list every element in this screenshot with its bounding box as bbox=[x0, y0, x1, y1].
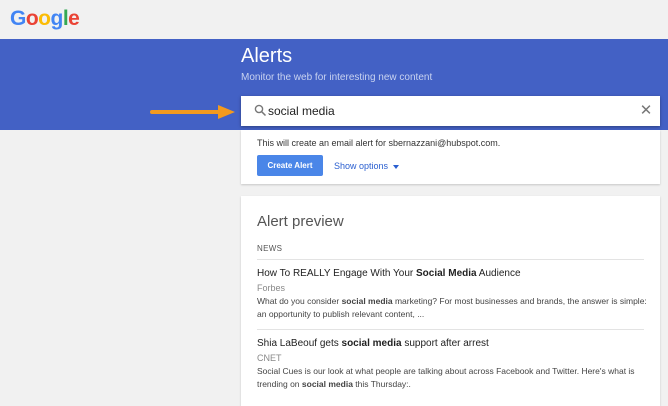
news-item-title[interactable]: How To REALLY Engage With Your Social Me… bbox=[257, 267, 647, 280]
logo-letter: e bbox=[68, 7, 80, 30]
title-text: support after arrest bbox=[401, 338, 489, 349]
snippet-highlight: social media bbox=[341, 296, 393, 306]
news-item: Shia LaBeouf gets social media support a… bbox=[257, 337, 647, 391]
news-item-source: CNET bbox=[257, 353, 282, 363]
search-input[interactable] bbox=[268, 102, 628, 120]
title-text: Audience bbox=[476, 268, 521, 279]
news-item-snippet: What do you consider social media market… bbox=[257, 295, 647, 321]
show-options-label: Show options bbox=[334, 161, 389, 171]
create-alert-card: This will create an email alert for sber… bbox=[241, 130, 660, 184]
title-highlight: Social Media bbox=[416, 268, 477, 279]
top-bar: Google bbox=[0, 0, 668, 40]
logo-letter: g bbox=[50, 7, 64, 30]
alert-preview-card: Alert preview NEWS How To REALLY Engage … bbox=[241, 196, 660, 406]
logo-letter: o bbox=[38, 7, 51, 30]
news-item-source: Forbes bbox=[257, 283, 286, 293]
search-icon bbox=[254, 104, 267, 117]
show-options-link[interactable]: Show options bbox=[334, 161, 400, 171]
clear-search-icon[interactable]: ✕ bbox=[638, 101, 654, 119]
news-item: How To REALLY Engage With Your Social Me… bbox=[257, 267, 647, 321]
create-alert-button[interactable]: Create Alert bbox=[257, 155, 323, 176]
divider bbox=[257, 329, 644, 330]
title-highlight: social media bbox=[341, 338, 402, 349]
chevron-down-icon bbox=[393, 164, 400, 169]
logo-letter: o bbox=[25, 7, 39, 30]
news-section-label: NEWS bbox=[257, 244, 283, 253]
alert-search-box[interactable]: ✕ bbox=[241, 96, 660, 126]
logo-letter: G bbox=[10, 7, 26, 30]
google-logo[interactable]: Google bbox=[10, 7, 80, 31]
title-text: Shia LaBeouf gets bbox=[257, 338, 342, 349]
title-text: How To REALLY Engage With Your bbox=[257, 268, 416, 279]
divider bbox=[257, 259, 644, 260]
orange-arrow-annotation bbox=[150, 105, 235, 119]
news-item-title[interactable]: Shia LaBeouf gets social media support a… bbox=[257, 337, 647, 350]
news-item-snippet: Social Cues is our look at what people a… bbox=[257, 365, 647, 391]
snippet-highlight: social media bbox=[301, 379, 353, 389]
snippet-text: this Thursday:. bbox=[352, 379, 411, 389]
snippet-text: What do you consider bbox=[257, 296, 342, 306]
page-title: Alerts bbox=[241, 45, 293, 67]
email-alert-note: This will create an email alert for sber… bbox=[257, 138, 501, 148]
page-subtitle: Monitor the web for interesting new cont… bbox=[241, 72, 433, 83]
preview-title: Alert preview bbox=[257, 213, 344, 230]
